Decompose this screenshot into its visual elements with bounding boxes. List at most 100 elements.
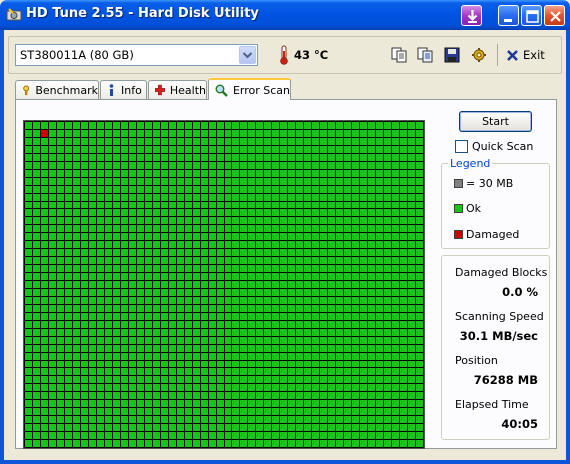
copy-icon[interactable] bbox=[390, 46, 408, 64]
block-cell bbox=[184, 249, 192, 257]
block-cell bbox=[384, 416, 392, 424]
block-cell bbox=[64, 225, 72, 233]
block-cell bbox=[184, 416, 192, 424]
save-icon[interactable] bbox=[443, 46, 461, 64]
block-cell bbox=[112, 416, 120, 424]
block-cell bbox=[392, 360, 400, 368]
quick-scan-checkbox[interactable] bbox=[455, 140, 468, 153]
maximize-button[interactable] bbox=[521, 5, 542, 26]
block-cell bbox=[25, 328, 32, 336]
block-cell bbox=[48, 440, 56, 447]
block-cell bbox=[152, 161, 160, 169]
block-cell bbox=[264, 225, 272, 233]
block-cell bbox=[144, 392, 152, 400]
block-cell bbox=[40, 153, 48, 161]
tray-icon bbox=[467, 10, 478, 23]
block-cell bbox=[336, 185, 344, 193]
block-cell bbox=[72, 137, 80, 145]
block-cell bbox=[192, 304, 200, 312]
block-cell bbox=[352, 312, 360, 320]
block-cell bbox=[216, 312, 224, 320]
block-cell bbox=[400, 416, 408, 424]
drive-dropdown-button[interactable] bbox=[239, 46, 256, 64]
tab-info[interactable]: Info bbox=[100, 80, 147, 99]
block-cell bbox=[256, 336, 264, 344]
block-cell bbox=[136, 129, 144, 137]
block-cell bbox=[368, 241, 376, 249]
options-icon[interactable] bbox=[470, 46, 488, 64]
block-cell bbox=[328, 265, 336, 273]
block-cell bbox=[320, 312, 328, 320]
copy-all-icon[interactable] bbox=[416, 46, 434, 64]
block-cell bbox=[144, 177, 152, 185]
close-button[interactable] bbox=[544, 5, 565, 26]
block-cell bbox=[120, 129, 128, 137]
block-cell bbox=[416, 400, 423, 408]
block-cell bbox=[136, 400, 144, 408]
block-cell bbox=[48, 257, 56, 265]
block-cell bbox=[32, 241, 40, 249]
block-cell bbox=[216, 384, 224, 392]
block-cell bbox=[344, 217, 352, 225]
block-cell bbox=[128, 424, 136, 432]
block-cell bbox=[112, 225, 120, 233]
block-cell bbox=[184, 241, 192, 249]
block-cell bbox=[208, 233, 216, 241]
block-cell bbox=[216, 193, 224, 201]
block-cell bbox=[216, 416, 224, 424]
block-cell bbox=[240, 440, 248, 447]
block-cell bbox=[56, 328, 64, 336]
block-cell bbox=[25, 265, 32, 273]
block-cell bbox=[32, 217, 40, 225]
block-cell bbox=[408, 265, 416, 273]
block-cell bbox=[352, 368, 360, 376]
tray-button[interactable] bbox=[461, 5, 482, 26]
block-cell bbox=[408, 312, 416, 320]
block-cell bbox=[88, 169, 96, 177]
block-cell bbox=[400, 265, 408, 273]
block-cell bbox=[240, 169, 248, 177]
block-cell bbox=[32, 209, 40, 217]
block-cell bbox=[288, 137, 296, 145]
block-cell bbox=[352, 161, 360, 169]
block-cell bbox=[280, 273, 288, 281]
block-cell bbox=[176, 249, 184, 257]
block-cell bbox=[208, 209, 216, 217]
block-cell bbox=[264, 129, 272, 137]
block-cell bbox=[368, 408, 376, 416]
exit-button[interactable]: Exit bbox=[506, 46, 545, 64]
block-cell bbox=[232, 122, 240, 129]
minimize-button[interactable] bbox=[498, 5, 519, 26]
block-cell bbox=[152, 432, 160, 440]
quick-scan-option[interactable]: Quick Scan bbox=[455, 140, 533, 153]
block-cell bbox=[192, 257, 200, 265]
block-cell bbox=[72, 424, 80, 432]
block-cell bbox=[256, 352, 264, 360]
block-cell bbox=[88, 265, 96, 273]
tab-health[interactable]: Health bbox=[148, 80, 207, 99]
block-cell bbox=[224, 432, 232, 440]
block-cell bbox=[56, 296, 64, 304]
tab-benchmark[interactable]: Benchmark bbox=[15, 80, 99, 99]
block-cell bbox=[192, 416, 200, 424]
block-cell bbox=[192, 360, 200, 368]
block-cell bbox=[256, 217, 264, 225]
block-cell bbox=[400, 368, 408, 376]
block-cell bbox=[208, 169, 216, 177]
block-cell bbox=[200, 265, 208, 273]
block-cell bbox=[376, 265, 384, 273]
block-cell bbox=[144, 265, 152, 273]
block-cell bbox=[32, 288, 40, 296]
drive-select[interactable]: ST380011A (80 GB) bbox=[15, 44, 258, 66]
block-cell bbox=[96, 241, 104, 249]
block-cell bbox=[304, 161, 312, 169]
block-cell bbox=[320, 145, 328, 153]
tab-error-scan[interactable]: Error Scan bbox=[208, 78, 291, 100]
block-cell bbox=[368, 137, 376, 145]
block-cell bbox=[360, 257, 368, 265]
title-bar[interactable]: HD Tune 2.55 - Hard Disk Utility bbox=[0, 0, 570, 30]
start-button[interactable]: Start bbox=[459, 111, 532, 132]
app-icon[interactable] bbox=[6, 7, 22, 23]
block-cell bbox=[336, 281, 344, 288]
block-cell bbox=[360, 281, 368, 288]
